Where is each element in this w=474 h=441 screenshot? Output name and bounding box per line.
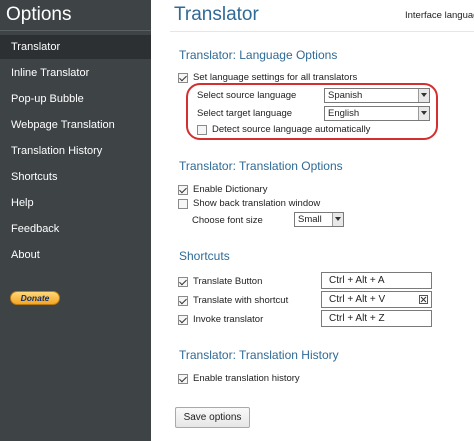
title-divider [170, 31, 474, 32]
shortcut-translate-button-input[interactable]: Ctrl + Alt + A [321, 272, 432, 289]
sidebar-divider [0, 30, 151, 31]
shortcut-translate-button-keys: Ctrl + Alt + A [329, 275, 385, 286]
detect-language-checkbox[interactable] [197, 124, 207, 135]
sidebar-title: Options [6, 4, 72, 25]
shortcut-invoke-translator-keys: Ctrl + Alt + Z [329, 313, 385, 324]
sidebar-item-help[interactable]: Help [0, 191, 151, 215]
sidebar-item-about[interactable]: About [0, 243, 151, 267]
shortcut-invoke-translator-label: Invoke translator [193, 314, 264, 325]
font-size-label: Choose font size [192, 215, 263, 226]
sidebar-item-webpage-translation[interactable]: Webpage Translation [0, 113, 151, 137]
chevron-down-icon[interactable] [332, 213, 343, 226]
shortcut-translate-with-shortcut-checkbox[interactable] [178, 295, 188, 306]
target-language-select[interactable]: English [324, 106, 430, 121]
source-language-select[interactable]: Spanish [324, 88, 430, 103]
set-all-translators-checkbox[interactable] [178, 72, 188, 83]
enable-history-option[interactable]: Enable translation history [178, 373, 300, 384]
sidebar-item-feedback[interactable]: Feedback [0, 217, 151, 241]
sidebar-item-popup-bubble[interactable]: Pop-up Bubble [0, 87, 151, 111]
font-size-select[interactable]: Small [294, 212, 344, 227]
enable-dictionary-checkbox[interactable] [178, 184, 188, 195]
section-title-shortcuts: Shortcuts [179, 249, 230, 263]
chevron-down-icon[interactable] [418, 107, 429, 120]
set-all-translators-label: Set language settings for all translator… [193, 72, 358, 83]
enable-dictionary-option[interactable]: Enable Dictionary [178, 184, 267, 195]
font-size-value: Small [298, 214, 322, 225]
detect-language-label: Detect source language automatically [212, 124, 371, 135]
shortcut-translate-with-shortcut-option[interactable]: Translate with shortcut [178, 295, 288, 306]
page-title: Translator [174, 4, 259, 25]
back-translation-checkbox[interactable] [178, 198, 188, 209]
enable-dictionary-label: Enable Dictionary [193, 184, 268, 195]
sidebar-item-translation-history[interactable]: Translation History [0, 139, 151, 163]
sidebar-item-translator[interactable]: Translator [0, 35, 151, 59]
shortcut-translate-with-shortcut-keys: Ctrl + Alt + V [329, 294, 386, 305]
shortcut-translate-with-shortcut-label: Translate with shortcut [193, 295, 289, 306]
source-language-label: Select source language [197, 90, 297, 101]
shortcut-invoke-translator-input[interactable]: Ctrl + Alt + Z [321, 310, 432, 327]
shortcut-translate-button-option[interactable]: Translate Button [178, 276, 262, 287]
chevron-down-icon[interactable] [418, 89, 429, 102]
section-title-translation-options: Translator: Translation Options [179, 159, 343, 173]
sidebar-item-inline-translator[interactable]: Inline Translator [0, 61, 151, 85]
section-title-translation-history: Translator: Translation History [179, 348, 339, 362]
set-all-translators-option[interactable]: Set language settings for all translator… [178, 72, 357, 83]
source-language-value: Spanish [328, 90, 363, 101]
shortcut-translate-with-shortcut-input[interactable]: Ctrl + Alt + V [321, 291, 432, 308]
shortcut-translate-button-label: Translate Button [193, 276, 263, 287]
donate-button[interactable]: Donate [10, 291, 60, 305]
shortcut-invoke-translator-checkbox[interactable] [178, 314, 188, 325]
interface-language-link[interactable]: Interface language [405, 10, 474, 21]
shortcut-invoke-translator-option[interactable]: Invoke translator [178, 314, 263, 325]
back-translation-label: Show back translation window [193, 198, 321, 209]
enable-history-checkbox[interactable] [178, 373, 188, 384]
sidebar: Options Translator Inline Translator Pop… [0, 0, 151, 441]
back-translation-option[interactable]: Show back translation window [178, 198, 320, 209]
save-options-button[interactable]: Save options [175, 407, 250, 428]
sidebar-item-shortcuts[interactable]: Shortcuts [0, 165, 151, 189]
enable-history-label: Enable translation history [193, 373, 300, 384]
detect-language-option[interactable]: Detect source language automatically [197, 124, 370, 135]
clear-icon[interactable] [419, 295, 428, 304]
target-language-label: Select target language [197, 108, 293, 119]
section-title-language-options: Translator: Language Options [179, 48, 338, 62]
target-language-value: English [328, 108, 360, 119]
shortcut-translate-button-checkbox[interactable] [178, 276, 188, 287]
